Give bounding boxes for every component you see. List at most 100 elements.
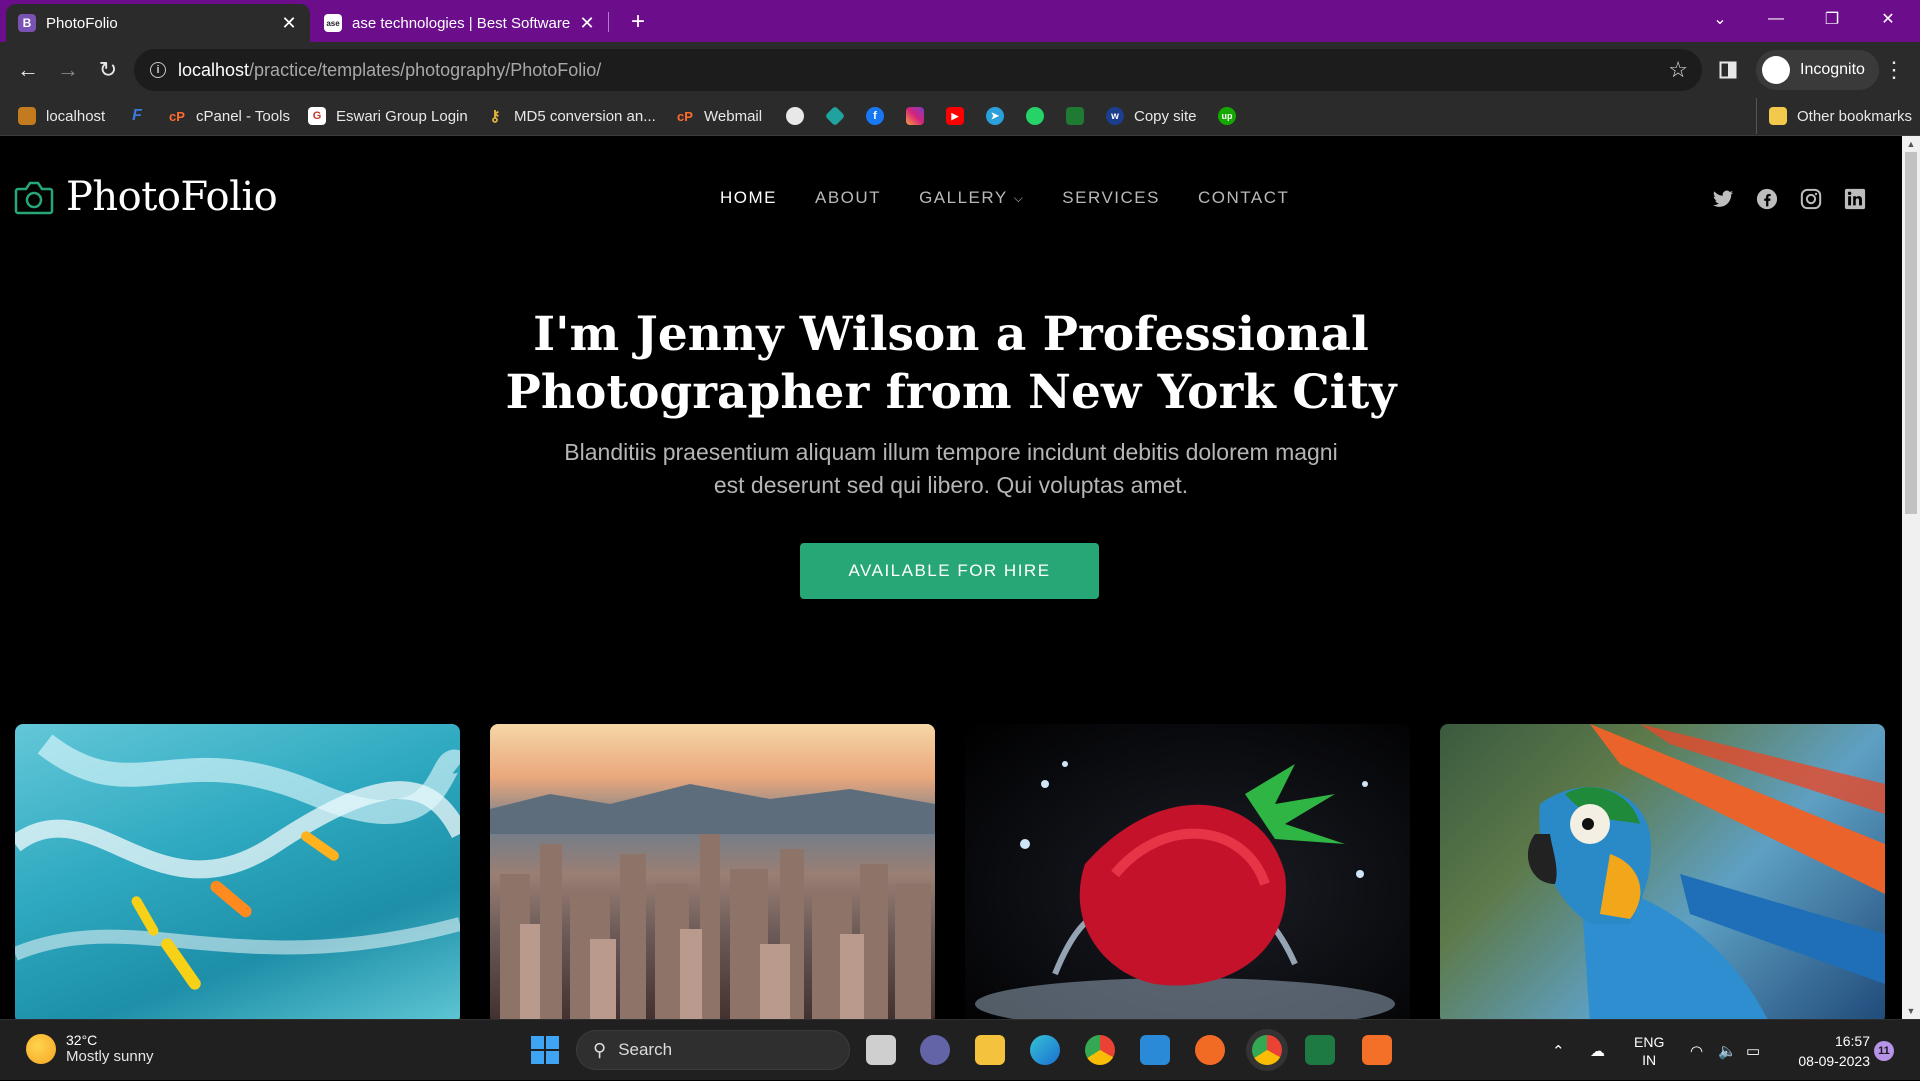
edge-icon[interactable] — [1030, 1035, 1060, 1065]
social-links — [1712, 188, 1866, 210]
nav-gallery[interactable]: GALLERY ⌵ — [919, 188, 1024, 208]
windows-start-icon[interactable] — [530, 1035, 560, 1065]
menu-kebab-icon[interactable]: ⋮ — [1878, 54, 1910, 86]
g-icon: G — [308, 107, 326, 125]
gallery-item-city[interactable] — [490, 724, 935, 1019]
postman-icon[interactable] — [1195, 1035, 1225, 1065]
cpanel-icon: cP — [676, 107, 694, 125]
chrome-icon[interactable] — [1085, 1035, 1115, 1065]
weather-temp: 32°C — [66, 1032, 98, 1048]
key-icon: ⚷ — [486, 107, 504, 125]
address-bar[interactable]: i localhost/practice/templates/photograp… — [134, 49, 1702, 91]
bootstrap-favicon-icon: B — [18, 14, 36, 32]
bookmark-instagram[interactable] — [906, 98, 924, 134]
gallery-item-parrot[interactable] — [1440, 724, 1885, 1019]
nav-services[interactable]: SERVICES — [1062, 188, 1160, 208]
bookmark-webmail[interactable]: cP Webmail — [676, 98, 762, 134]
tab-separator — [608, 12, 609, 32]
nav-contact[interactable]: CONTACT — [1198, 188, 1289, 208]
nav-home[interactable]: HOME — [720, 188, 777, 208]
tab-photofolio[interactable]: B PhotoFolio ✕ — [6, 4, 310, 42]
instagram-icon — [906, 107, 924, 125]
restore-icon[interactable]: ❐ — [1804, 0, 1860, 38]
site-info-icon[interactable]: i — [150, 62, 166, 78]
bookmark-facebook[interactable]: f — [866, 98, 884, 134]
search-label: Search — [618, 1040, 673, 1059]
minimize-icon[interactable]: — — [1748, 0, 1804, 38]
reload-icon[interactable]: ↻ — [92, 54, 124, 86]
excel-icon[interactable] — [1305, 1035, 1335, 1065]
taskbar-search[interactable]: ⚲ Search — [576, 1030, 850, 1070]
xampp-icon[interactable] — [1362, 1035, 1392, 1065]
bookmark-upwork[interactable]: up — [1218, 98, 1236, 134]
teams-chat-icon[interactable] — [920, 1035, 950, 1065]
bookmark-eswari[interactable]: G Eswari Group Login — [308, 98, 468, 134]
clock[interactable]: 16:57 08-09-2023 — [1770, 1031, 1870, 1071]
facebook-icon[interactable] — [1756, 188, 1778, 210]
gallery-item-surfers[interactable] — [15, 724, 460, 1019]
wifi-icon[interactable]: ◠ — [1690, 1020, 1703, 1081]
ase-favicon-icon: ase — [324, 14, 342, 32]
city-skyline-photo — [490, 784, 935, 1019]
bookmark-diamond[interactable] — [824, 98, 846, 134]
page-scrollbar[interactable]: ▲ ▼ — [1902, 136, 1920, 1019]
instagram-icon[interactable] — [1800, 188, 1822, 210]
bookmarks-bar: localhost F cP cPanel - Tools G Eswari Gro… — [0, 98, 1920, 136]
tab-close-icon[interactable]: ✕ — [578, 13, 596, 34]
bookmark-cpanel[interactable]: cP cPanel - Tools — [168, 98, 290, 134]
brand-name: PhotoFolio — [66, 174, 278, 220]
show-hidden-icons-chevron[interactable]: ⌃ — [1552, 1020, 1565, 1081]
main-nav: HOME ABOUT GALLERY ⌵ SERVICES CONTACT — [720, 188, 1289, 208]
chrome-incognito-icon[interactable] — [1252, 1035, 1282, 1065]
volume-icon[interactable]: 🔈 — [1718, 1020, 1737, 1081]
linkedin-icon[interactable] — [1844, 188, 1866, 210]
bookmark-f[interactable]: F — [128, 98, 146, 134]
bookmark-green[interactable] — [1066, 98, 1084, 134]
twitter-icon[interactable] — [1712, 188, 1734, 210]
url-path: /practice/templates/photography/PhotoFol… — [249, 59, 602, 80]
browser-toolbar: ← → ↻ i localhost/practice/templates/pho… — [0, 42, 1920, 98]
folder-icon — [1769, 107, 1787, 125]
bookmark-md5[interactable]: ⚷ MD5 conversion an... — [486, 98, 656, 134]
bookmark-youtube[interactable]: ▶ — [946, 98, 964, 134]
tab-close-icon[interactable]: ✕ — [280, 13, 298, 34]
nav-about[interactable]: ABOUT — [815, 188, 881, 208]
language-indicator[interactable]: ENG IN — [1634, 1020, 1664, 1081]
bookmark-github[interactable] — [786, 98, 804, 134]
battery-icon[interactable]: ▭ — [1746, 1020, 1760, 1081]
incognito-label: Incognito — [1800, 61, 1865, 78]
available-for-hire-button[interactable]: AVAILABLE FOR HIRE — [800, 543, 1099, 599]
page-viewport: PhotoFolio HOME ABOUT GALLERY ⌵ SERVICES … — [0, 136, 1902, 1019]
bookmark-localhost[interactable]: localhost — [18, 98, 105, 134]
tab-search-chevron-icon[interactable]: ⌄ — [1692, 0, 1748, 38]
close-window-icon[interactable]: ✕ — [1860, 0, 1916, 38]
back-arrow-icon[interactable]: ← — [12, 54, 44, 86]
whatsapp-icon — [1026, 107, 1044, 125]
incognito-profile-button[interactable]: Incognito — [1756, 50, 1879, 90]
file-explorer-icon[interactable] — [975, 1035, 1005, 1065]
other-bookmarks[interactable]: Other bookmarks — [1756, 98, 1912, 134]
bookmark-copy-site[interactable]: w Copy site — [1106, 98, 1197, 134]
scrollbar-thumb[interactable] — [1905, 152, 1917, 514]
macaw-parrot-photo — [1527, 724, 1885, 1019]
weather-widget[interactable]: 32°C Mostly sunny — [26, 1032, 154, 1065]
bookmark-star-icon[interactable]: ☆ — [1668, 57, 1688, 83]
tab-ase-technologies[interactable]: ase ase technologies | Best Software ✕ — [312, 4, 608, 42]
vscode-icon[interactable] — [1140, 1035, 1170, 1065]
plus-icon[interactable]: + — [624, 8, 652, 36]
diamond-icon — [824, 105, 846, 127]
bookmark-telegram[interactable]: ➤ — [986, 98, 1004, 134]
hero-subtitle: Blanditiis praesentium aliquam illum tem… — [564, 439, 1338, 498]
bookmark-whatsapp[interactable] — [1026, 98, 1044, 134]
onedrive-cloud-icon[interactable]: ☁ — [1590, 1020, 1605, 1081]
notification-badge[interactable]: 11 — [1874, 1041, 1894, 1061]
facebook-icon: f — [866, 107, 884, 125]
scroll-up-icon[interactable]: ▲ — [1902, 136, 1920, 152]
forward-arrow-icon[interactable]: → — [52, 54, 84, 86]
w-icon: w — [1106, 107, 1124, 125]
gallery-item-strawberry[interactable] — [965, 724, 1410, 1019]
task-view-icon[interactable] — [866, 1035, 896, 1065]
scroll-down-icon[interactable]: ▼ — [1902, 1003, 1920, 1019]
site-logo[interactable]: PhotoFolio — [14, 174, 278, 220]
side-panel-icon[interactable] — [1712, 54, 1744, 86]
